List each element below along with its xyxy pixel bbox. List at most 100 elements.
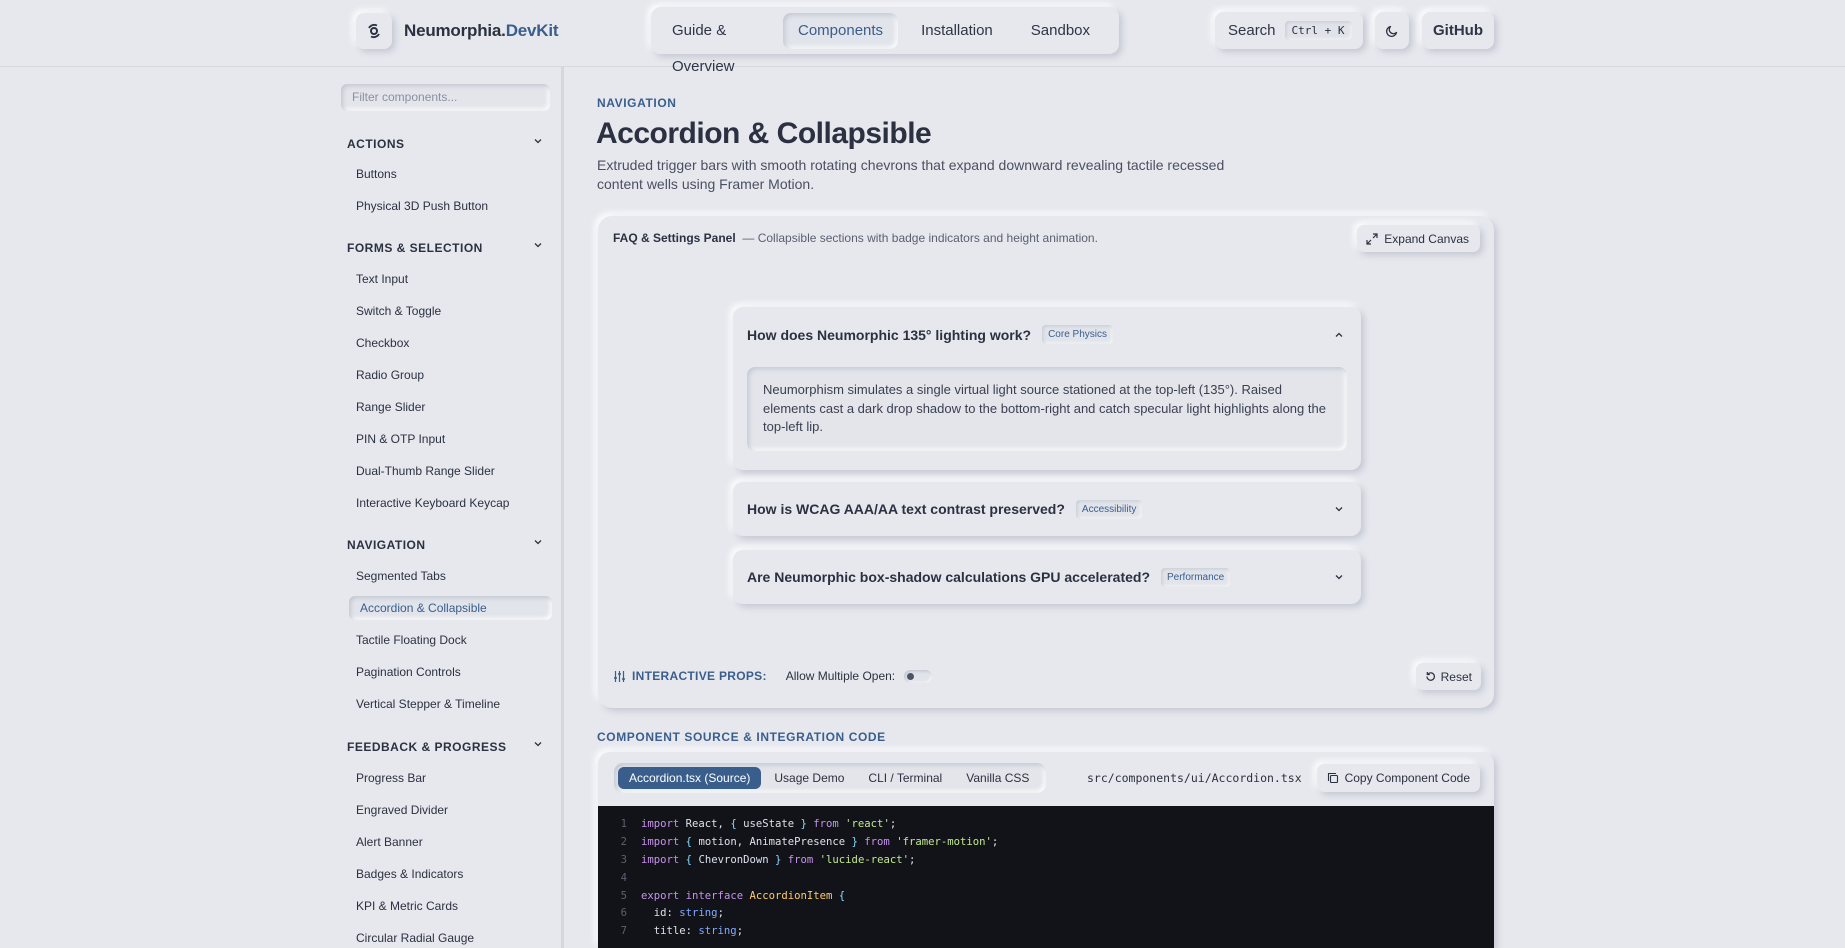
brand-part-1: Neumorphia. bbox=[404, 21, 506, 40]
logo-button[interactable] bbox=[356, 13, 392, 49]
tab-source[interactable]: Accordion.tsx (Source) bbox=[618, 767, 762, 789]
sidebar-item-vertical-stepper[interactable]: Vertical Stepper & Timeline bbox=[356, 697, 500, 711]
moon-icon bbox=[1385, 25, 1398, 37]
allow-multiple-toggle[interactable] bbox=[904, 669, 933, 683]
sidebar-item-accordion[interactable]: Accordion & Collapsible bbox=[349, 596, 552, 620]
sidebar-item-text-input[interactable]: Text Input bbox=[356, 272, 408, 286]
accordion-item-2[interactable]: How is WCAG AAA/AA text contrast preserv… bbox=[733, 482, 1361, 536]
panel-title: FAQ & Settings Panel — Collapsible secti… bbox=[613, 231, 1098, 245]
sidebar: Filter components... ACTIONS Buttons Phy… bbox=[332, 67, 564, 948]
page-description: Extruded trigger bars with smooth rotati… bbox=[597, 157, 1225, 192]
line-number: 3 bbox=[620, 853, 627, 866]
search-label: Search bbox=[1228, 22, 1276, 39]
line-number: 6 bbox=[620, 907, 627, 920]
code-tabs: Accordion.tsx (Source) Usage Demo CLI / … bbox=[614, 763, 1047, 793]
nav-installation[interactable]: Installation bbox=[906, 13, 1008, 49]
line-number: 7 bbox=[620, 925, 627, 938]
sidebar-item-floating-dock[interactable]: Tactile Floating Dock bbox=[356, 633, 467, 647]
tab-cli[interactable]: CLI / Terminal bbox=[857, 767, 953, 789]
group-actions[interactable]: ACTIONS bbox=[347, 137, 543, 151]
accordion-question: How does Neumorphic 135° lighting work? bbox=[747, 326, 1032, 343]
group-navigation[interactable]: NAVIGATION bbox=[347, 538, 543, 552]
sidebar-item-alert-banner[interactable]: Alert Banner bbox=[356, 835, 423, 849]
allow-multiple-label: Allow Multiple Open: bbox=[785, 669, 896, 683]
code-text: title: string; bbox=[641, 925, 744, 938]
sidebar-item-radial-gauge[interactable]: Circular Radial Gauge bbox=[356, 931, 474, 945]
sidebar-item-kpi-cards[interactable]: KPI & Metric Cards bbox=[356, 899, 458, 913]
chevron-down-icon bbox=[534, 243, 542, 248]
theme-toggle-button[interactable] bbox=[1375, 12, 1409, 49]
tab-vanilla-css[interactable]: Vanilla CSS bbox=[955, 767, 1040, 789]
nav-sandbox[interactable]: Sandbox bbox=[1016, 13, 1105, 49]
toggle-knob bbox=[907, 672, 915, 680]
code-line: 4 bbox=[598, 870, 1494, 888]
code-line: 2 import { motion, AnimatePresence } from… bbox=[598, 834, 1494, 852]
code-section-label: COMPONENT SOURCE & INTEGRATION CODE bbox=[597, 730, 886, 744]
sidebar-item-radio-group[interactable]: Radio Group bbox=[356, 368, 424, 382]
code-line: 5 export interface AccordionItem { bbox=[598, 888, 1494, 906]
reset-button[interactable]: Reset bbox=[1415, 663, 1481, 690]
chevron-down-icon[interactable] bbox=[1333, 503, 1345, 515]
group-forms[interactable]: FORMS & SELECTION bbox=[347, 241, 543, 255]
panel-subtitle: — Collapsible sections with badge indica… bbox=[742, 231, 1098, 245]
sidebar-item-pagination[interactable]: Pagination Controls bbox=[356, 665, 461, 679]
code-text: import React, { useState } from 'react'; bbox=[641, 818, 897, 830]
group-title-label: ACTIONS bbox=[347, 137, 405, 151]
sidebar-item-pin-otp[interactable]: PIN & OTP Input bbox=[356, 432, 445, 446]
accordion-trigger-1[interactable]: How does Neumorphic 135° lighting work? … bbox=[747, 307, 1113, 362]
sidebar-item-dual-thumb-slider[interactable]: Dual-Thumb Range Slider bbox=[356, 464, 495, 478]
accordion-item-3[interactable]: Are Neumorphic box-shadow calculations G… bbox=[733, 550, 1361, 604]
sidebar-item-badges[interactable]: Badges & Indicators bbox=[356, 867, 463, 881]
chevron-up-icon[interactable] bbox=[1333, 329, 1345, 341]
group-feedback[interactable]: FEEDBACK & PROGRESS bbox=[347, 740, 543, 754]
code-text: export interface AccordionItem { bbox=[641, 889, 846, 902]
line-number: 1 bbox=[620, 818, 627, 830]
accordion-trigger-2[interactable]: How is WCAG AAA/AA text contrast preserv… bbox=[747, 482, 1143, 536]
sidebar-item-switch-toggle[interactable]: Switch & Toggle bbox=[356, 304, 441, 318]
tab-usage-demo[interactable]: Usage Demo bbox=[763, 767, 855, 789]
expand-icon bbox=[1366, 232, 1378, 245]
sidebar-item-physical-push-button[interactable]: Physical 3D Push Button bbox=[356, 199, 488, 213]
line-number: 5 bbox=[620, 889, 627, 902]
sidebar-item-engraved-divider[interactable]: Engraved Divider bbox=[356, 803, 448, 817]
code-line: 6 id: string; bbox=[598, 905, 1494, 923]
code-text: id: string; bbox=[641, 907, 724, 920]
brand-name[interactable]: Neumorphia.DevKit bbox=[404, 21, 559, 41]
filter-input[interactable]: Filter components... bbox=[341, 84, 550, 111]
sliders-icon bbox=[614, 670, 625, 682]
copy-icon bbox=[1327, 772, 1338, 784]
sidebar-item-range-slider[interactable]: Range Slider bbox=[356, 400, 425, 414]
chevron-down-icon bbox=[534, 540, 542, 545]
accordion-answer: Neumorphism simulates a single virtual l… bbox=[747, 367, 1347, 451]
code-line: 1 import React, { useState } from 'react'… bbox=[598, 816, 1494, 834]
page-title: Accordion & Collapsible bbox=[596, 117, 932, 150]
sidebar-item-keyboard-keycap[interactable]: Interactive Keyboard Keycap bbox=[356, 496, 509, 510]
accordion-item-1: How does Neumorphic 135° lighting work? … bbox=[733, 307, 1361, 470]
logo-icon bbox=[368, 24, 380, 38]
expand-canvas-button[interactable]: Expand Canvas bbox=[1357, 225, 1480, 252]
main-nav: Guide & Overview Components Installation… bbox=[651, 7, 1119, 75]
group-title-label: FORMS & SELECTION bbox=[347, 241, 483, 255]
code-block: 1 import React, { useState } from 'react'… bbox=[598, 806, 1494, 948]
chevron-down-icon bbox=[534, 742, 542, 747]
section-eyebrow: NAVIGATION bbox=[597, 96, 677, 110]
sidebar-item-segmented-tabs[interactable]: Segmented Tabs bbox=[356, 569, 446, 583]
search-button[interactable]: Search Ctrl + K bbox=[1215, 12, 1363, 49]
group-title-label: FEEDBACK & PROGRESS bbox=[347, 740, 507, 754]
top-header: Neumorphia.DevKit Guide & Overview Compo… bbox=[0, 0, 1845, 75]
code-line: 3 import { ChevronDown } from 'lucide-rea… bbox=[598, 852, 1494, 870]
accordion-badge: Performance bbox=[1161, 567, 1231, 587]
sidebar-item-checkbox[interactable]: Checkbox bbox=[356, 336, 409, 350]
chevron-down-icon[interactable] bbox=[1333, 571, 1345, 583]
brand-part-2: DevKit bbox=[505, 21, 559, 40]
line-number: 4 bbox=[620, 871, 627, 884]
accordion-trigger-3[interactable]: Are Neumorphic box-shadow calculations G… bbox=[747, 550, 1231, 604]
nav-components[interactable]: Components bbox=[783, 12, 899, 49]
copy-code-button[interactable]: Copy Component Code bbox=[1316, 764, 1480, 792]
sidebar-item-progress-bar[interactable]: Progress Bar bbox=[356, 771, 426, 785]
file-path: src/components/ui/Accordion.tsx bbox=[1087, 771, 1302, 785]
nav-guide[interactable]: Guide & Overview bbox=[657, 13, 775, 75]
accordion-badge: Accessibility bbox=[1075, 499, 1143, 519]
sidebar-item-buttons[interactable]: Buttons bbox=[356, 167, 397, 181]
github-button[interactable]: GitHub bbox=[1422, 12, 1494, 49]
